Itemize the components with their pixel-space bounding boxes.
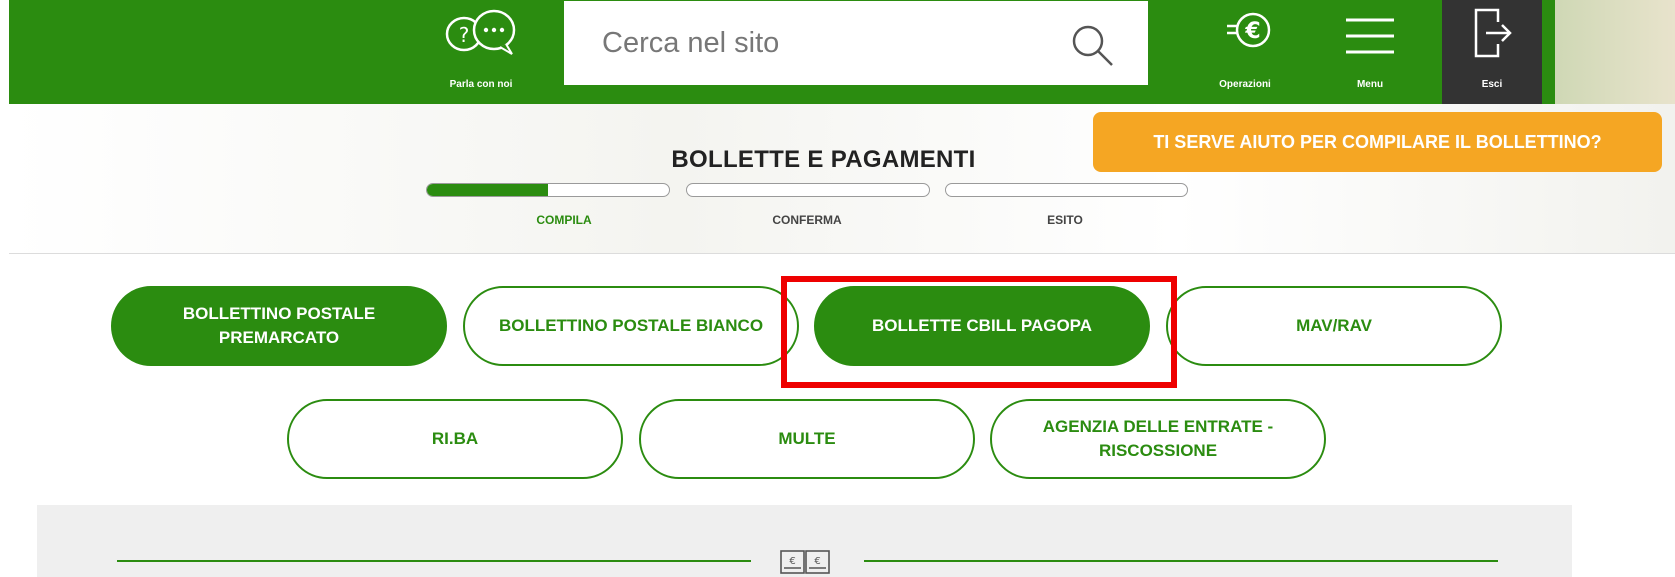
tab-bollettino-premarcato[interactable]: BOLLETTINO POSTALE PREMARCATO — [111, 286, 447, 366]
talk-with-us-label: Parla con noi — [449, 79, 513, 90]
operations-label: Operazioni — [1219, 79, 1271, 90]
menu-button[interactable]: Menu — [1330, 0, 1410, 104]
exit-button[interactable]: Esci — [1442, 0, 1542, 104]
chat-bubbles-icon: ? — [445, 9, 516, 55]
svg-text:€: € — [814, 556, 820, 567]
svg-text:€: € — [1244, 19, 1260, 44]
menu-label: Menu — [1356, 79, 1384, 90]
step-label-conferma: CONFERMA — [772, 213, 842, 227]
tab-multe[interactable]: MULTE — [639, 399, 975, 479]
payment-slip-icon: € € — [780, 550, 830, 574]
site-search — [563, 0, 1149, 86]
euro-operations-icon: € — [1227, 12, 1271, 48]
talk-with-us-button[interactable]: ? Parla con noi — [426, 0, 536, 104]
search-input[interactable] — [564, 1, 1084, 85]
tab-mav-rav[interactable]: MAV/RAV — [1166, 286, 1502, 366]
search-icon[interactable] — [1068, 21, 1116, 69]
operations-button[interactable]: € Operazioni — [1205, 0, 1285, 104]
tab-riba[interactable]: RI.BA — [287, 399, 623, 479]
hamburger-menu-icon — [1346, 18, 1394, 54]
step-bar-esito — [945, 183, 1188, 197]
step-bar-conferma — [686, 183, 930, 197]
header-decoration — [1555, 0, 1675, 104]
step-bar-compila — [426, 183, 670, 197]
logout-icon — [1474, 8, 1512, 58]
page-title-text: BOLLETTE E PAGAMENTI — [671, 146, 976, 173]
tab-bollette-cbill-pagopa[interactable]: BOLLETTE CBILL PAGOPA — [814, 286, 1150, 366]
svg-text:?: ? — [459, 23, 470, 47]
divider-left — [117, 560, 751, 562]
exit-label: Esci — [1481, 79, 1503, 90]
tab-bollettino-bianco[interactable]: BOLLETTINO POSTALE BIANCO — [463, 286, 799, 366]
tab-agenzia-entrate[interactable]: AGENZIA DELLE ENTRATE - RISCOSSIONE — [990, 399, 1326, 479]
svg-text:€: € — [789, 556, 795, 567]
step-bar-fill — [427, 184, 548, 196]
help-compile-button[interactable]: TI SERVE AIUTO PER COMPILARE IL BOLLETTI… — [1093, 112, 1662, 172]
divider-right — [864, 560, 1498, 562]
step-label-compila: COMPILA — [536, 213, 592, 227]
step-label-esito: ESITO — [1047, 213, 1083, 227]
